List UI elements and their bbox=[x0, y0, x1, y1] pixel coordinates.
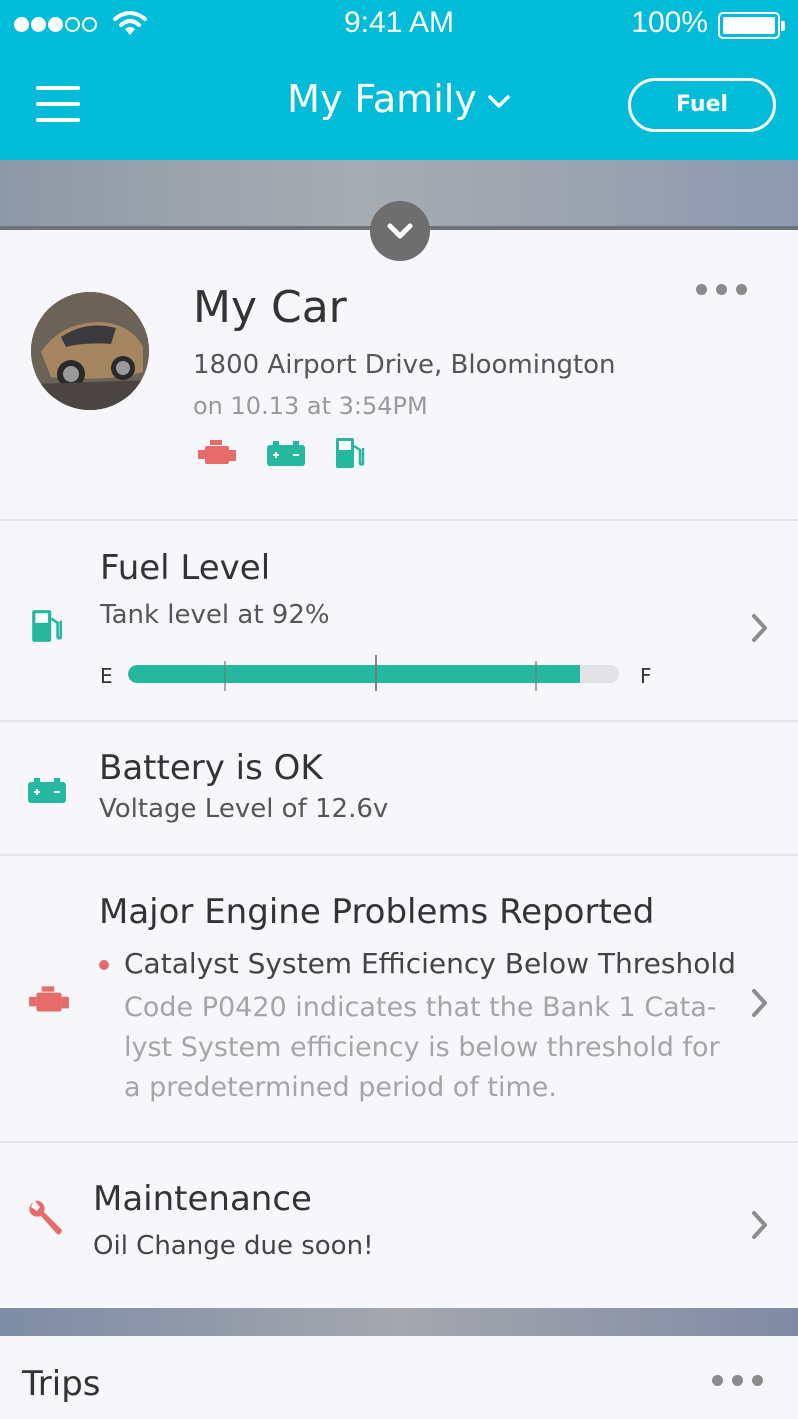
status-bar: 9:41 AM 100% bbox=[0, 0, 798, 50]
chevron-right-icon bbox=[752, 614, 767, 642]
trouble-code-description: Code P0420 indicates that the Bank 1 Cat… bbox=[124, 992, 720, 1103]
battery-percentage: 100% bbox=[631, 6, 708, 39]
car-status-icons bbox=[196, 436, 366, 470]
battery-subtitle: Voltage Level of 12.6v bbox=[99, 794, 389, 824]
car-location: 1800 Airport Drive, Bloomington bbox=[193, 350, 616, 380]
maintenance-row[interactable]: Maintenance Oil Change due soon! bbox=[0, 1143, 798, 1308]
chevron-down-icon bbox=[387, 223, 413, 239]
trips-section[interactable]: Trips bbox=[0, 1336, 798, 1419]
fuel-gauge-empty-label: E bbox=[100, 664, 113, 688]
engine-icon bbox=[198, 440, 236, 464]
battery-title: Battery is OK bbox=[99, 748, 323, 788]
chevron-right-icon bbox=[752, 1211, 767, 1239]
fuel-level-title: Fuel Level bbox=[100, 548, 271, 588]
car-location-timestamp: on 10.13 at 3:54PM bbox=[193, 392, 428, 420]
wrench-icon bbox=[29, 1200, 62, 1235]
fuel-pump-icon bbox=[336, 438, 365, 468]
fuel-button[interactable]: Fuel bbox=[628, 78, 776, 132]
trips-title: Trips bbox=[22, 1364, 101, 1404]
fuel-level-subtitle: Tank level at 92% bbox=[100, 600, 330, 630]
car-avatar bbox=[31, 292, 149, 410]
fuel-gauge-track bbox=[128, 665, 619, 683]
battery-status-icon bbox=[718, 12, 785, 39]
chevron-right-icon bbox=[752, 989, 767, 1017]
trips-more-options-icon[interactable] bbox=[712, 1375, 763, 1386]
fuel-gauge: E F bbox=[100, 655, 660, 691]
engine-problems-row[interactable]: Major Engine Problems Reported Catalyst … bbox=[0, 856, 798, 1143]
page-title: My Family bbox=[287, 77, 477, 121]
engine-icon bbox=[29, 986, 69, 1012]
alert-bullet bbox=[99, 960, 109, 970]
chevron-down-icon bbox=[488, 94, 510, 108]
car-summary-card: My Car 1800 Airport Drive, Bloomington o… bbox=[0, 232, 798, 521]
fuel-gauge-fill bbox=[128, 665, 580, 683]
fuel-pump-icon bbox=[32, 610, 63, 642]
battery-icon bbox=[28, 778, 66, 803]
collapse-button[interactable] bbox=[370, 201, 430, 261]
maintenance-title: Maintenance bbox=[93, 1179, 312, 1219]
fuel-gauge-full-label: F bbox=[640, 664, 652, 688]
section-divider bbox=[0, 1308, 798, 1336]
battery-row[interactable]: Battery is OK Voltage Level of 12.6v bbox=[0, 722, 798, 856]
trouble-code-title: Catalyst System Efficiency Below Thresho… bbox=[124, 947, 736, 980]
battery-icon bbox=[267, 441, 305, 466]
engine-problems-title: Major Engine Problems Reported bbox=[99, 892, 655, 932]
nav-bar: My Family Fuel bbox=[0, 50, 798, 160]
car-name: My Car bbox=[193, 282, 347, 333]
car-more-options-icon[interactable] bbox=[696, 284, 747, 295]
fuel-level-row[interactable]: Fuel Level Tank level at 92% E F bbox=[0, 521, 798, 722]
maintenance-subtitle: Oil Change due soon! bbox=[93, 1231, 374, 1261]
